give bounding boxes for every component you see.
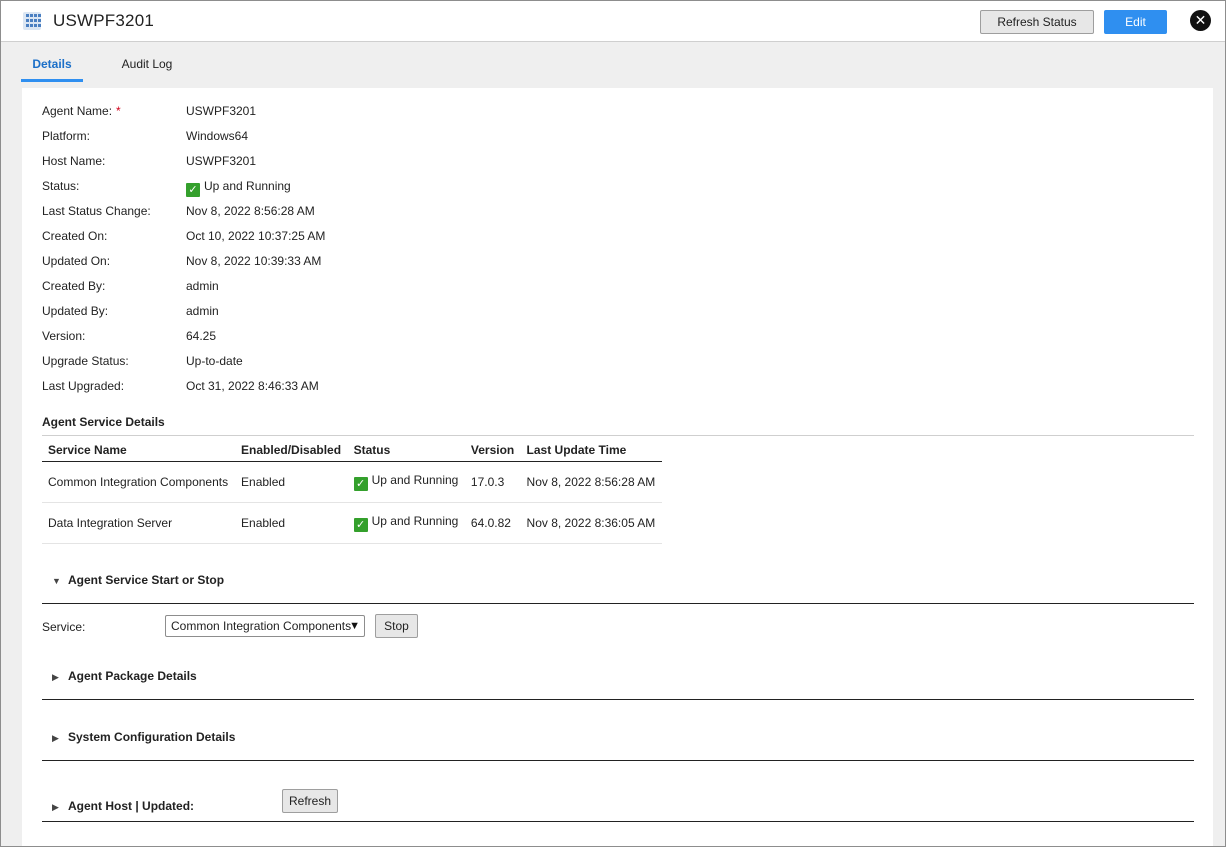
system-config-title: System Configuration Details bbox=[68, 730, 236, 744]
check-icon: ✓ bbox=[353, 518, 368, 532]
status-text: Up and Running bbox=[204, 179, 291, 193]
status-cell: ✓ Up and Running bbox=[347, 461, 465, 503]
status-value: ✓ Up and Running bbox=[186, 179, 291, 197]
chevron-down-icon: ▼ bbox=[349, 620, 360, 632]
service-details-title: Agent Service Details bbox=[42, 415, 165, 429]
service-name-cell: Common Integration Components bbox=[42, 461, 236, 503]
service-table: Service Name Enabled/Disabled Status Ver… bbox=[42, 439, 662, 544]
stop-button[interactable]: Stop bbox=[375, 614, 418, 638]
table-row[interactable]: Data Integration Server Enabled ✓ Up and … bbox=[42, 502, 662, 544]
platform-value: Windows64 bbox=[186, 129, 249, 143]
refresh-button[interactable]: Refresh bbox=[282, 789, 338, 813]
last-update-cell: Nov 8, 2022 8:36:05 AM bbox=[520, 502, 662, 544]
updated-by-value: admin bbox=[186, 304, 219, 318]
refresh-status-button[interactable]: Refresh Status bbox=[980, 10, 1094, 34]
upgrade-status-value: Up-to-date bbox=[186, 354, 243, 368]
header-bar: USWPF3201 Refresh Status Edit ✕ bbox=[1, 1, 1225, 42]
window-title: USWPF3201 bbox=[53, 11, 155, 30]
host-name-label: Host Name: bbox=[42, 154, 106, 168]
required-marker: * bbox=[116, 104, 121, 118]
enabled-cell: Enabled bbox=[235, 502, 348, 544]
updated-by-label: Updated By: bbox=[42, 304, 109, 318]
host-name-value: USWPF3201 bbox=[186, 154, 257, 168]
section-divider bbox=[42, 699, 1194, 700]
column-header[interactable]: Status bbox=[347, 439, 465, 462]
caret-right-icon: ▶ bbox=[52, 672, 59, 682]
start-stop-section-toggle[interactable]: ▼ Agent Service Start or Stop bbox=[52, 573, 224, 587]
agent-name-label: Agent Name: * bbox=[42, 104, 121, 118]
version-cell: 17.0.3 bbox=[464, 461, 521, 503]
section-divider bbox=[42, 435, 1194, 436]
section-divider bbox=[42, 603, 1194, 604]
status-text: Up and Running bbox=[371, 514, 459, 528]
column-header[interactable]: Service Name bbox=[42, 439, 236, 462]
section-divider bbox=[42, 760, 1194, 761]
version-label: Version: bbox=[42, 329, 86, 343]
agent-name-value: USWPF3201 bbox=[186, 104, 257, 118]
tab-audit-log[interactable]: Audit Log bbox=[113, 51, 181, 79]
created-on-label: Created On: bbox=[42, 229, 108, 243]
package-details-title: Agent Package Details bbox=[68, 669, 197, 683]
details-panel: Agent Name: * USWPF3201 Platform: Windows… bbox=[22, 88, 1213, 846]
close-icon[interactable]: ✕ bbox=[1190, 10, 1211, 31]
tab-details[interactable]: Details bbox=[21, 51, 83, 82]
edit-button[interactable]: Edit bbox=[1104, 10, 1167, 34]
status-label: Status: bbox=[42, 179, 80, 193]
table-row[interactable]: Common Integration Components Enabled ✓ U… bbox=[42, 461, 662, 503]
column-header[interactable]: Version bbox=[464, 439, 521, 462]
package-section-toggle[interactable]: ▶ Agent Package Details bbox=[52, 669, 197, 683]
platform-label: Platform: bbox=[42, 129, 91, 143]
created-by-value: admin bbox=[186, 279, 219, 293]
version-value: 64.25 bbox=[186, 329, 217, 343]
caret-down-icon: ▼ bbox=[52, 576, 61, 586]
agent-host-title: Agent Host | Updated: bbox=[68, 799, 195, 813]
created-by-label: Created By: bbox=[42, 279, 106, 293]
created-on-value: Oct 10, 2022 10:37:25 AM bbox=[186, 229, 326, 243]
upgrade-status-label: Upgrade Status: bbox=[42, 354, 129, 368]
caret-right-icon: ▶ bbox=[52, 733, 59, 743]
grid-app-icon bbox=[23, 12, 41, 30]
last-update-cell: Nov 8, 2022 8:56:28 AM bbox=[520, 461, 662, 503]
last-upgraded-label: Last Upgraded: bbox=[42, 379, 125, 393]
service-select[interactable]: Common Integration Components ▼ bbox=[165, 615, 365, 637]
table-header-row: Service Name Enabled/Disabled Status Ver… bbox=[42, 439, 662, 462]
agent-host-section-toggle[interactable]: ▶ Agent Host | Updated: bbox=[52, 799, 194, 813]
enabled-cell: Enabled bbox=[235, 461, 348, 503]
status-text: Up and Running bbox=[371, 473, 459, 487]
section-divider bbox=[42, 821, 1194, 822]
updated-on-label: Updated On: bbox=[42, 254, 111, 268]
last-upgraded-value: Oct 31, 2022 8:46:33 AM bbox=[186, 379, 319, 393]
check-icon: ✓ bbox=[353, 477, 368, 491]
service-select-value: Common Integration Components bbox=[171, 619, 352, 633]
check-icon: ✓ bbox=[186, 183, 200, 197]
agent-details-window: USWPF3201 Refresh Status Edit ✕ Details … bbox=[0, 0, 1226, 847]
start-stop-title: Agent Service Start or Stop bbox=[68, 573, 225, 587]
version-cell: 64.0.82 bbox=[464, 502, 521, 544]
column-header[interactable]: Enabled/Disabled bbox=[235, 439, 348, 462]
service-label: Service: bbox=[42, 620, 86, 634]
service-name-cell: Data Integration Server bbox=[42, 502, 236, 544]
last-status-change-label: Last Status Change: bbox=[42, 204, 151, 218]
caret-right-icon: ▶ bbox=[52, 802, 59, 812]
updated-on-value: Nov 8, 2022 10:39:33 AM bbox=[186, 254, 322, 268]
status-cell: ✓ Up and Running bbox=[347, 502, 465, 544]
column-header[interactable]: Last Update Time bbox=[520, 439, 662, 462]
last-status-change-value: Nov 8, 2022 8:56:28 AM bbox=[186, 204, 315, 218]
system-config-section-toggle[interactable]: ▶ System Configuration Details bbox=[52, 730, 235, 744]
